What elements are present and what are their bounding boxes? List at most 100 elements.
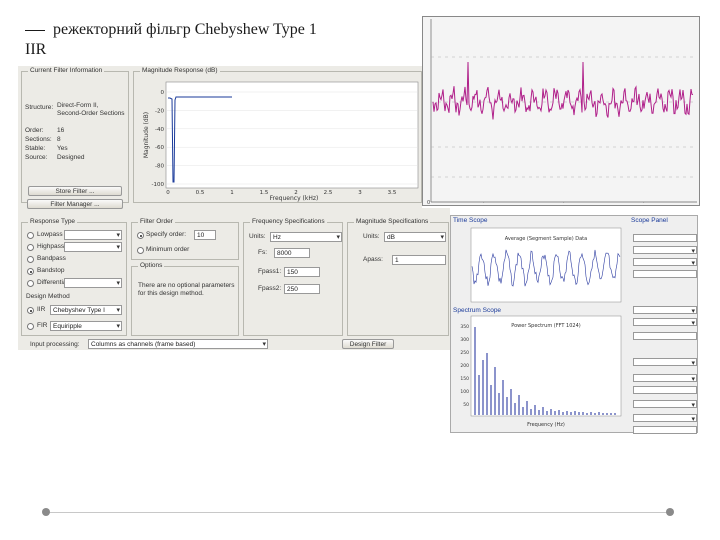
scope-panel-title: Scope Panel: [631, 217, 668, 224]
scope-plot: 0 · · ·: [423, 17, 699, 206]
options-text-1: There are no optional parameters: [138, 282, 235, 289]
store-filter-button[interactable]: Store Filter ...: [28, 186, 122, 196]
plot-ylabel: Magnitude (dB): [143, 112, 150, 158]
current-filter-info-panel: Current Filter Information Structure: Di…: [21, 67, 129, 203]
spec-ytick-label: 200: [460, 363, 469, 369]
design-filter-button[interactable]: Design Filter: [342, 339, 394, 349]
spec-ytick-label: 300: [460, 337, 469, 343]
bottom-plot-title: Power Spectrum (FFT 1024): [511, 323, 581, 329]
mag-ytick-label: -60: [155, 145, 164, 151]
design-method-title: Design Method: [24, 293, 72, 300]
scope-setting-control[interactable]: [633, 400, 697, 408]
mag-ytick-label: -100: [152, 182, 165, 188]
fir-method-select[interactable]: Equiripple: [50, 321, 122, 331]
bottom-xlabel: Frequency (Hz): [527, 422, 565, 428]
filter-manager-button[interactable]: Filter Manager ...: [27, 199, 123, 209]
scope-setting-control[interactable]: [633, 258, 697, 266]
specify-order-label: Specify order:: [146, 231, 187, 238]
order-label: Order:: [25, 127, 44, 134]
minimum-order-radio[interactable]: [137, 247, 144, 254]
response-radio-bandpass[interactable]: [27, 256, 34, 263]
mag-ytick-label: 0: [161, 90, 165, 96]
scope-setting-control[interactable]: [633, 414, 697, 422]
mag-xtick-label: 3.5: [388, 190, 397, 196]
response-radio-highpass[interactable]: [27, 244, 34, 251]
scope-setting-control[interactable]: [633, 270, 697, 278]
freq-units-label: Units:: [249, 233, 266, 240]
fs-input[interactable]: 8000: [274, 248, 310, 258]
spectrum-scope-window: Time Scope Spectrum Scope Scope Panel Av…: [450, 215, 698, 434]
spec-ytick-label: 350: [460, 324, 469, 330]
scope-setting-control[interactable]: [633, 358, 697, 366]
freq-units-select[interactable]: Hz: [270, 232, 342, 242]
mag-ytick-label: -40: [155, 127, 164, 133]
fir-radio[interactable]: [27, 323, 34, 330]
sections-value: 8: [57, 136, 61, 143]
options-panel: Options There are no optional parameters…: [131, 262, 239, 336]
frequency-specs-panel: Frequency Specifications Units: Hz Fs: 8…: [243, 218, 343, 336]
mag-xtick-label: 0.5: [196, 190, 205, 196]
apass-input[interactable]: 1: [392, 255, 446, 265]
plot-xlabel: Frequency (kHz): [270, 195, 319, 202]
specify-order-radio[interactable]: [137, 232, 144, 239]
panel-title: Current Filter Information: [28, 67, 105, 74]
filter-order-title: Filter Order: [138, 218, 175, 225]
response-type-title: Response Type: [28, 218, 78, 225]
fpass1-label: Fpass1:: [258, 268, 282, 275]
response-radio-bandstop[interactable]: [27, 268, 34, 275]
scope-setting-control[interactable]: [633, 306, 697, 314]
apass-label: Apass:: [363, 256, 383, 263]
response-type-select-4[interactable]: [64, 278, 122, 288]
footer-rule: [46, 512, 672, 513]
response-label-bandpass: Bandpass: [37, 255, 66, 262]
response-radio-differentiator[interactable]: [27, 280, 34, 287]
footer-bullet-left: [42, 508, 50, 516]
options-text-2: for this design method.: [138, 290, 204, 297]
mag-units-select[interactable]: dB: [384, 232, 446, 242]
input-processing-label: Input processing:: [30, 341, 80, 348]
response-label-bandstop: Bandstop: [37, 267, 65, 274]
top-plot-title: Average (Segment Sample) Data: [505, 236, 587, 242]
structure-value-2: Second-Order Sections: [57, 110, 125, 117]
input-processing-select[interactable]: Columns as channels (frame based): [88, 339, 268, 349]
footer-bullet-right: [666, 508, 674, 516]
fir-label: FIR: [37, 322, 48, 329]
options-title: Options: [138, 262, 165, 269]
response-type-panel: Response Type Lowpass Highpass Bandpass Ban…: [21, 218, 127, 336]
scope-setting-control[interactable]: [633, 426, 697, 434]
mag-ytick-label: -20: [155, 108, 164, 114]
mag-xtick-label: 0: [166, 190, 170, 196]
response-type-select-0[interactable]: [64, 230, 122, 240]
fpass2-input[interactable]: 250: [284, 284, 320, 294]
iir-radio[interactable]: [27, 307, 34, 314]
spec-ytick-label: 150: [460, 376, 469, 382]
title-line-1: режекторний фільгр Chebyshew Type 1: [53, 21, 317, 38]
freq-specs-title: Frequency Specifications: [250, 218, 327, 225]
response-radio-lowpass[interactable]: [27, 232, 34, 239]
mag-xtick-label: 2.5: [324, 190, 333, 196]
scope-setting-control[interactable]: [633, 332, 697, 340]
fpass1-input[interactable]: 150: [284, 267, 320, 277]
title-line-2: IIR: [25, 41, 47, 58]
order-value: 16: [57, 127, 65, 134]
magnitude-plot: 0-20-40-60-80-100 0 0.5 1 1.5 2 2.5 3 3.5 Frequ…: [143, 81, 419, 202]
iir-label: IIR: [37, 306, 46, 313]
magnitude-response-panel: Magnitude Response (dB) 0 -20 -40 -60 -80 -10…: [133, 67, 422, 203]
scope-setting-control[interactable]: [633, 374, 697, 382]
sections-label: Sections:: [25, 136, 52, 143]
order-input[interactable]: 10: [194, 230, 216, 240]
source-label: Source:: [25, 154, 48, 161]
scope-setting-control[interactable]: [633, 318, 697, 326]
scope-setting-control[interactable]: [633, 234, 697, 242]
iir-method-select[interactable]: Chebyshev Type I: [50, 305, 122, 315]
mag-xtick-label: 1.5: [260, 190, 269, 196]
scope-setting-control[interactable]: [633, 246, 697, 254]
structure-label: Structure:: [25, 104, 54, 111]
svg-text:0: 0: [427, 200, 430, 205]
response-label-highpass: Highpass: [37, 243, 65, 250]
response-type-select-1[interactable]: [64, 242, 122, 252]
spec-ytick-label: 100: [460, 389, 469, 395]
scope-setting-control[interactable]: [633, 386, 697, 394]
minimum-order-label: Minimum order: [146, 246, 190, 253]
mag-xtick-label: 3: [358, 190, 362, 196]
